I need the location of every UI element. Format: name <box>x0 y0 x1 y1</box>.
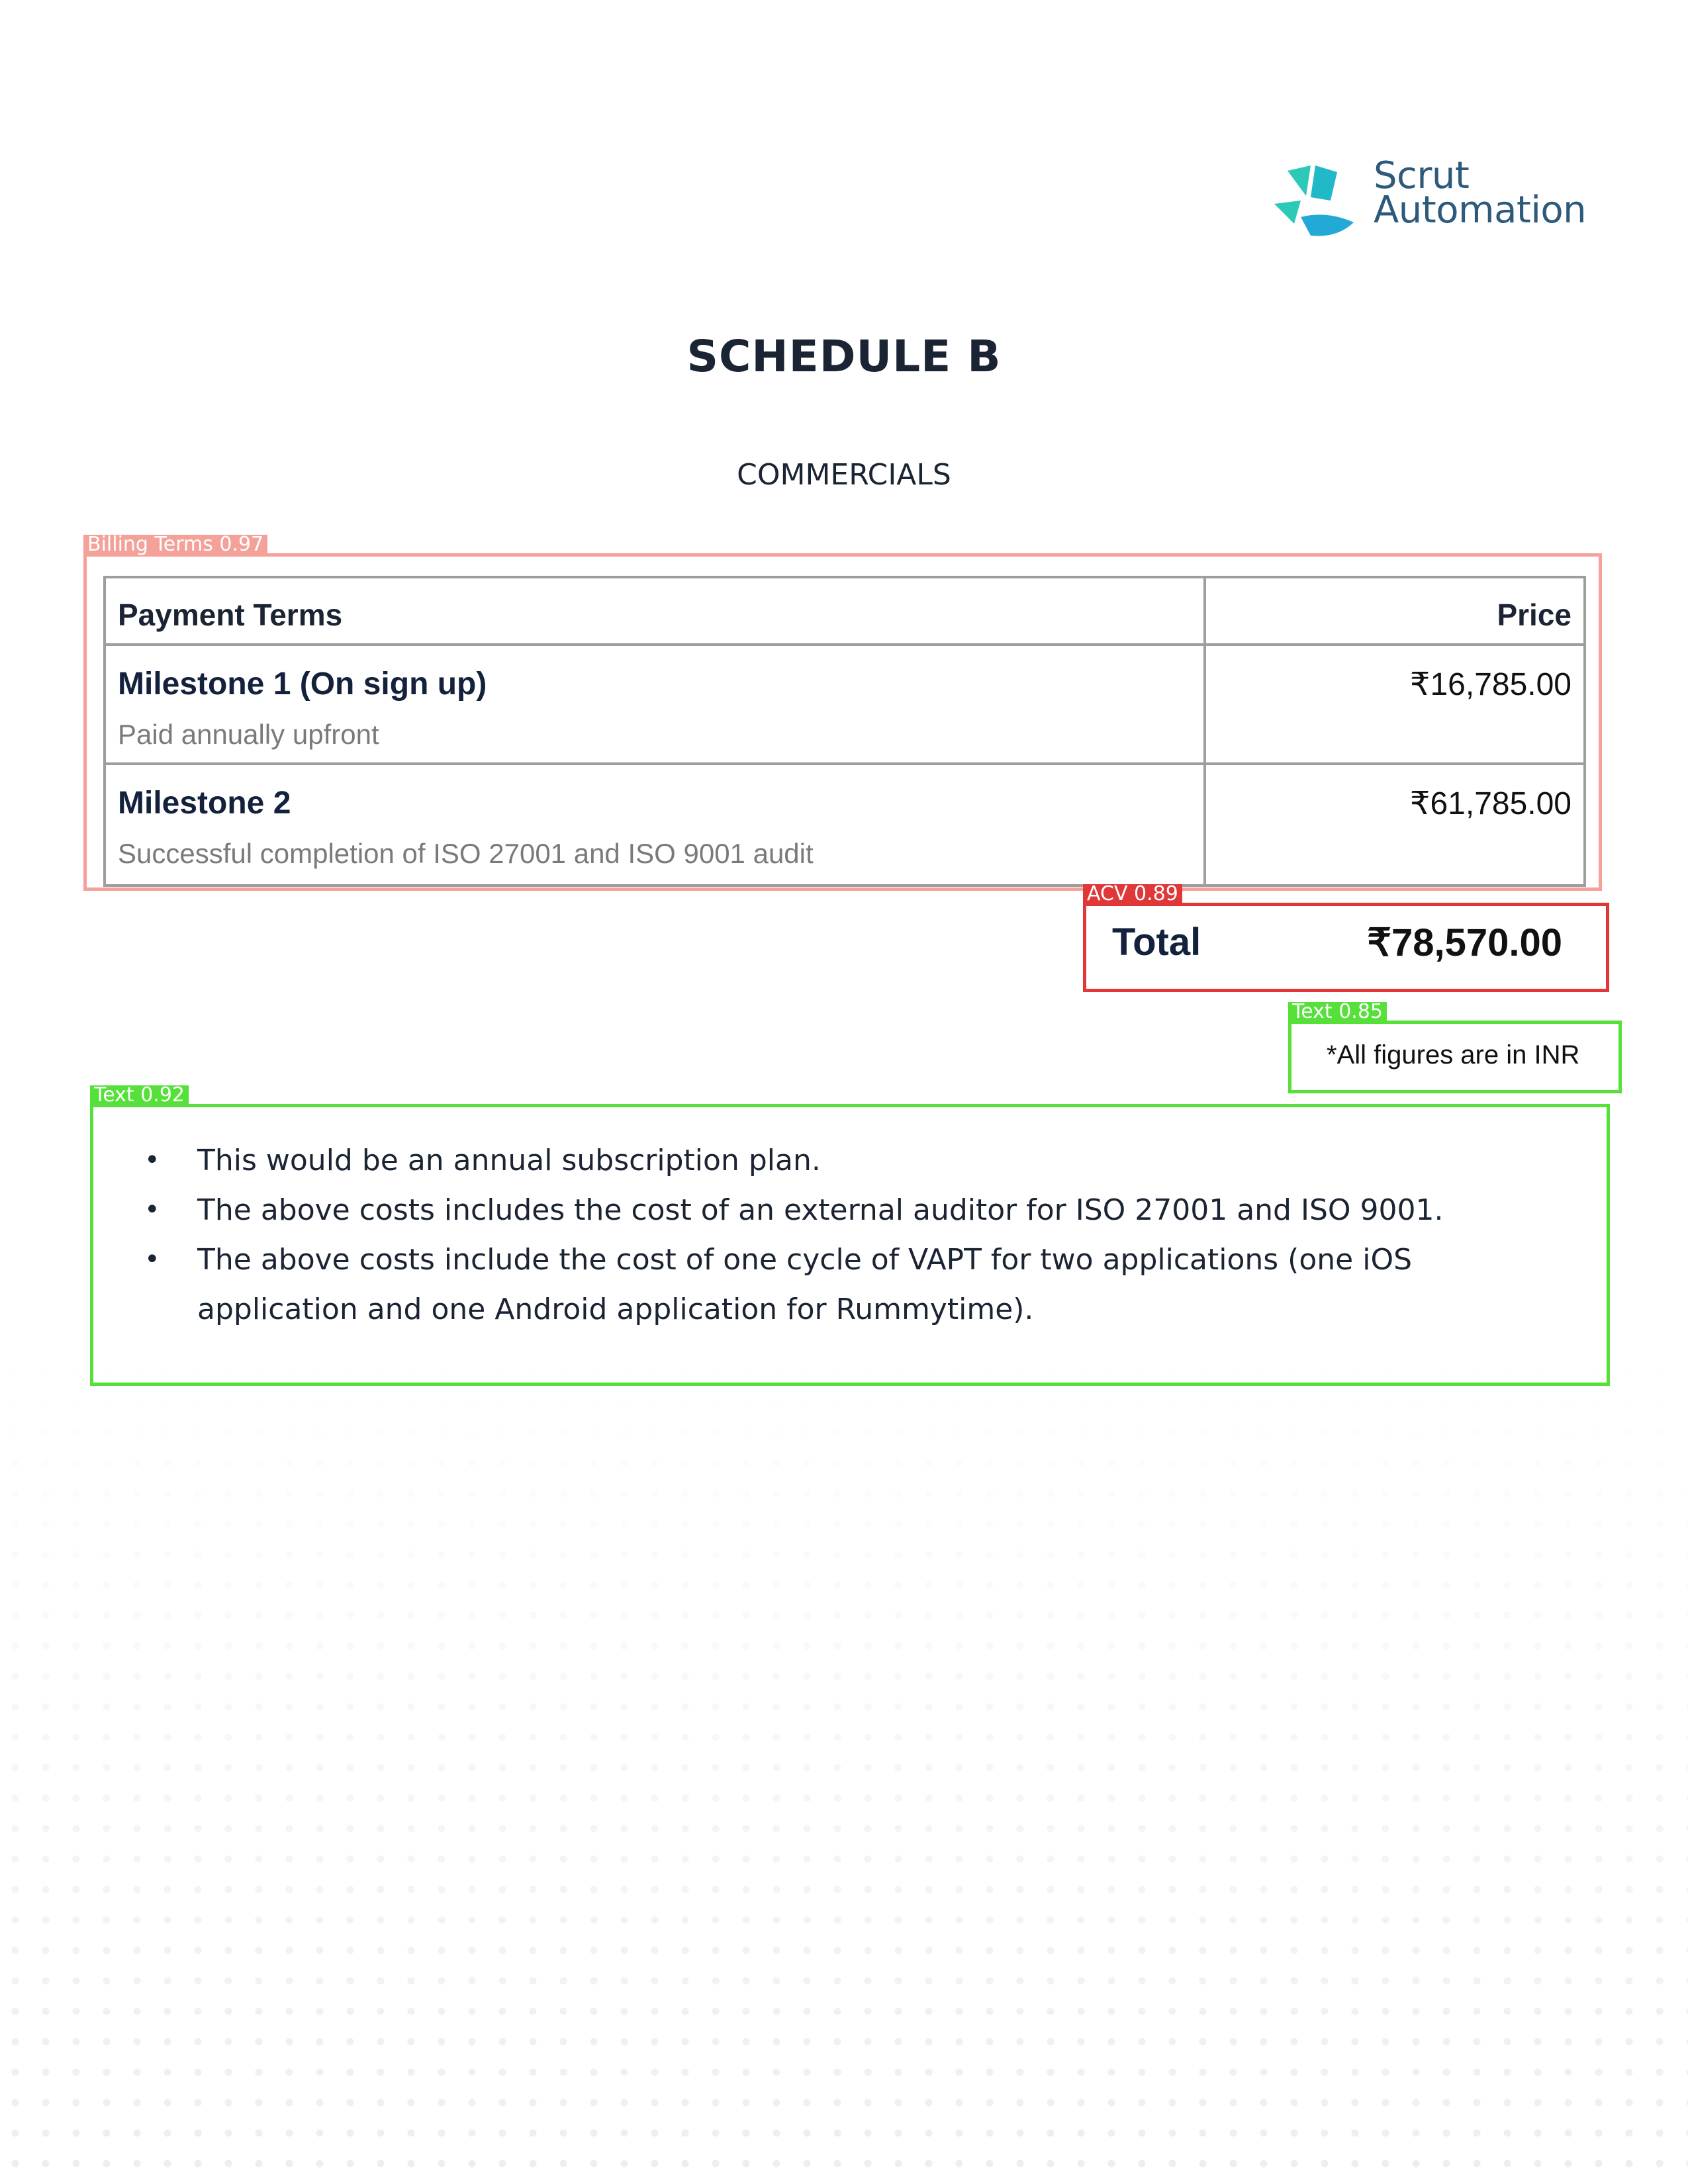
note-text: The above costs includes the cost of an … <box>197 1193 1444 1227</box>
milestone-price: ₹61,785.00 <box>1409 786 1571 821</box>
table-row: Milestone 1 (On sign up) Paid annually u… <box>106 643 1583 762</box>
notes-detection-label: Text 0.92 <box>90 1085 189 1105</box>
logo-wordmark: Scrut Automation <box>1374 158 1587 232</box>
milestone-title: Milestone 1 (On sign up) <box>118 666 487 702</box>
total-value: ₹78,570.00 <box>1367 921 1562 964</box>
header-payment-terms: Payment Terms <box>118 598 343 632</box>
logo-mark-icon <box>1274 165 1354 236</box>
notes-list: • This would be an annual subscription pl… <box>144 1136 1561 1334</box>
logo-line-2: Automation <box>1374 189 1587 232</box>
bullet-icon: • <box>144 1145 160 1175</box>
table-header-row: Payment Terms Price <box>106 578 1583 643</box>
table-row: Milestone 2 Successful completion of ISO… <box>106 762 1583 884</box>
company-logo: Scrut Automation <box>1274 158 1605 245</box>
page-title: SCHEDULE B <box>686 331 1002 382</box>
background-dot-pattern <box>0 1357 1688 2184</box>
currency-note-detection-label: Text 0.85 <box>1288 1002 1387 1022</box>
total-label: Total <box>1112 921 1201 964</box>
currency-note: *All figures are in INR <box>1327 1040 1580 1069</box>
payment-terms-table: Payment Terms Price Milestone 1 (On sign… <box>103 576 1586 887</box>
milestone-description: Successful completion of ISO 27001 and I… <box>118 838 814 869</box>
header-price: Price <box>1497 598 1571 632</box>
note-text: This would be an annual subscription pla… <box>197 1144 821 1177</box>
note-text: The above costs include the cost of one … <box>197 1243 1413 1326</box>
list-item: • The above costs include the cost of one… <box>144 1235 1561 1334</box>
list-item: • The above costs includes the cost of an… <box>144 1185 1561 1235</box>
milestone-title: Milestone 2 <box>118 786 291 821</box>
bullet-icon: • <box>144 1244 160 1275</box>
acv-detection-label: ACV 0.89 <box>1083 884 1182 904</box>
list-item: • This would be an annual subscription pl… <box>144 1136 1561 1185</box>
billing-terms-detection-label: Billing Terms 0.97 <box>83 535 268 555</box>
document-page: Scrut Automation SCHEDULE B COMMERCIALS … <box>0 0 1688 2184</box>
bullet-icon: • <box>144 1195 160 1225</box>
milestone-description: Paid annually upfront <box>118 719 379 750</box>
page-subtitle: COMMERCIALS <box>737 458 951 492</box>
milestone-price: ₹16,785.00 <box>1409 667 1571 702</box>
